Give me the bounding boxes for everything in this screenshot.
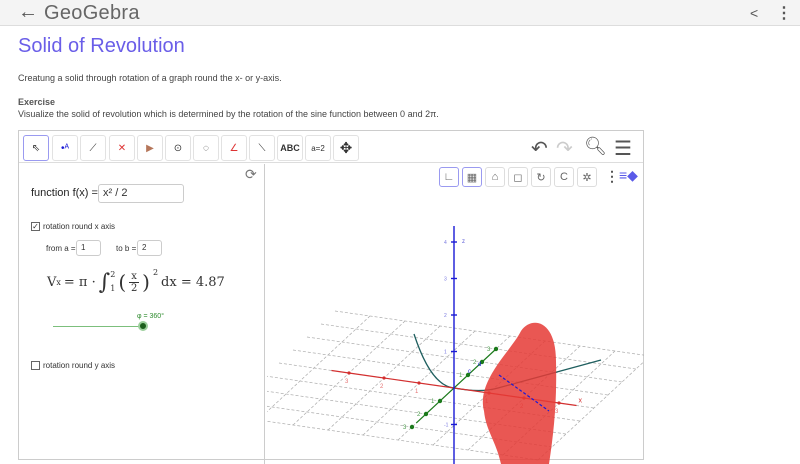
x-tick-label: 2 <box>380 384 384 390</box>
point-label-d: d <box>478 362 481 368</box>
z-tick-label: 2 <box>444 313 447 319</box>
geogebra-applet: ⇖ •ᴬ ⟋ ✕ ▶ ⊙ ◌ ∠ ⟍ ABC a=2 ✥ ↶ ↷ 🔍︎ ☰ ⟳ … <box>18 130 644 464</box>
menu-icon[interactable]: ☰ <box>614 136 632 161</box>
formula-lower: 1 <box>110 284 116 293</box>
rotation-x-label: rotation round x axis <box>43 222 116 231</box>
grid-line <box>292 349 609 396</box>
integral-sign: ∫ <box>98 269 111 295</box>
circle-three-points-tool[interactable]: ◌ <box>193 135 219 161</box>
3d-plot: x332211112233z4321-1cd <box>267 226 644 464</box>
angle-tool[interactable]: ∠ <box>221 135 247 161</box>
phi-slider-handle[interactable] <box>138 321 148 331</box>
x-tick <box>382 376 386 380</box>
point-label-c: c <box>468 369 471 375</box>
graphics-3d-view[interactable]: ∟ ▦ ⌂ ◻ ↻ C ✲ ⋮ ≡◆ x332211112233z4321-1c… <box>267 164 644 464</box>
from-input[interactable]: 1 <box>76 240 101 256</box>
z-tick-label: 4 <box>444 240 447 246</box>
top-bar: ← GeoGebra < ⋮ <box>0 0 800 26</box>
z-axis-label: z <box>462 239 465 245</box>
z-tick-label: 3 <box>444 277 447 283</box>
angle-icon: ∠ <box>229 142 239 154</box>
move-tool[interactable]: ⇖ <box>23 135 49 161</box>
undo-icon[interactable]: ↶ <box>531 136 548 161</box>
y-tick <box>437 398 443 404</box>
y-tick <box>493 346 499 352</box>
refresh-icon[interactable]: ⟳ <box>245 166 257 183</box>
formula-num: x <box>131 270 137 282</box>
x-tick <box>417 381 421 385</box>
exercise-text: Visualize the solid of revolution which … <box>18 109 439 119</box>
exercise-heading: Exercise <box>18 97 56 107</box>
formula-eq: = π · <box>63 274 96 290</box>
line-icon: ⟋ <box>89 142 97 154</box>
geogebra-logo[interactable]: GeoGebra <box>44 2 140 25</box>
x-tick <box>557 401 561 405</box>
circle-icon: ⊙ <box>173 142 183 154</box>
from-label: from a = <box>46 244 76 253</box>
perpendicular-tool[interactable]: ✕ <box>109 135 135 161</box>
grid-line <box>306 336 623 383</box>
back-arrow-icon[interactable]: ← <box>18 1 38 24</box>
z-tick-label: -1 <box>444 423 449 429</box>
y-axis <box>415 348 497 424</box>
rotation-y-checkbox[interactable] <box>31 361 40 370</box>
formula-upper: 2 <box>110 270 116 279</box>
formula-result: dx = 4.87 <box>161 274 225 290</box>
rotation-x-checkbox[interactable]: ✓ <box>31 222 40 231</box>
solid-of-revolution <box>482 322 557 464</box>
circle-tool[interactable]: ⊙ <box>165 135 191 161</box>
x-axis-label: x <box>579 398 583 405</box>
reflect-icon: ⟍ <box>258 142 266 154</box>
to-input[interactable]: 2 <box>137 240 162 256</box>
x-tick-label: 3 <box>345 379 349 385</box>
paren-close: ) <box>142 270 150 294</box>
share-icon[interactable]: < <box>750 5 758 21</box>
perpendicular-icon: ✕ <box>117 142 127 154</box>
formula-lhs: V <box>47 274 57 290</box>
function-input[interactable]: x² / 2 <box>98 184 184 203</box>
x-tick-label: 1 <box>415 389 419 395</box>
formula-power: 2 <box>152 268 159 277</box>
reflect-tool[interactable]: ⟍ <box>249 135 275 161</box>
polygon-icon: ▶ <box>146 142 154 154</box>
to-label: to b = <box>116 244 137 253</box>
x-tick-label: 3 <box>555 409 559 415</box>
x-tick <box>347 371 351 375</box>
slider-tool[interactable]: a=2 <box>305 135 331 161</box>
paren-open: ( <box>118 270 127 294</box>
move-arrows-icon: ✥ <box>339 140 353 157</box>
z-tick-label: 1 <box>444 350 447 356</box>
y-tick <box>409 424 415 430</box>
page-description: Creatung a solid through rotation of a g… <box>18 73 282 83</box>
formula-den: 2 <box>129 281 140 294</box>
polygon-tool[interactable]: ▶ <box>137 135 163 161</box>
circle-points-icon: ◌ <box>203 142 209 154</box>
page-title: Solid of Revolution <box>18 35 185 57</box>
function-label: function f(x) = <box>31 187 98 199</box>
grid-line <box>267 315 371 413</box>
point-tool[interactable]: •ᴬ <box>52 135 78 161</box>
more-vert-icon[interactable]: ⋮ <box>776 3 792 23</box>
slider-label: φ = 360° <box>137 313 164 320</box>
rotation-y-label: rotation round y axis <box>43 361 116 370</box>
redo-icon[interactable]: ↷ <box>556 136 573 161</box>
algebra-panel: ⟳ function f(x) = x² / 2 ✓ rotation roun… <box>19 164 265 464</box>
search-icon[interactable]: 🔍︎ <box>584 136 607 157</box>
volume-formula: Vx = π · ∫ 21 ( x2 ) 2 dx = 4.87 <box>47 268 225 296</box>
point-icon: •ᴬ <box>60 142 70 154</box>
text-tool[interactable]: ABC <box>277 135 303 161</box>
line-tool[interactable]: ⟋ <box>80 135 106 161</box>
formula-sub: x <box>56 277 61 287</box>
toolbar: ⇖ •ᴬ ⟋ ✕ ▶ ⊙ ◌ ∠ ⟍ ABC a=2 ✥ ↶ ↷ 🔍︎ ☰ <box>19 131 643 163</box>
move-graphics-tool[interactable]: ✥ <box>333 135 359 161</box>
y-tick <box>423 411 429 417</box>
cursor-icon: ⇖ <box>31 142 41 154</box>
phi-slider-track[interactable] <box>53 326 143 327</box>
